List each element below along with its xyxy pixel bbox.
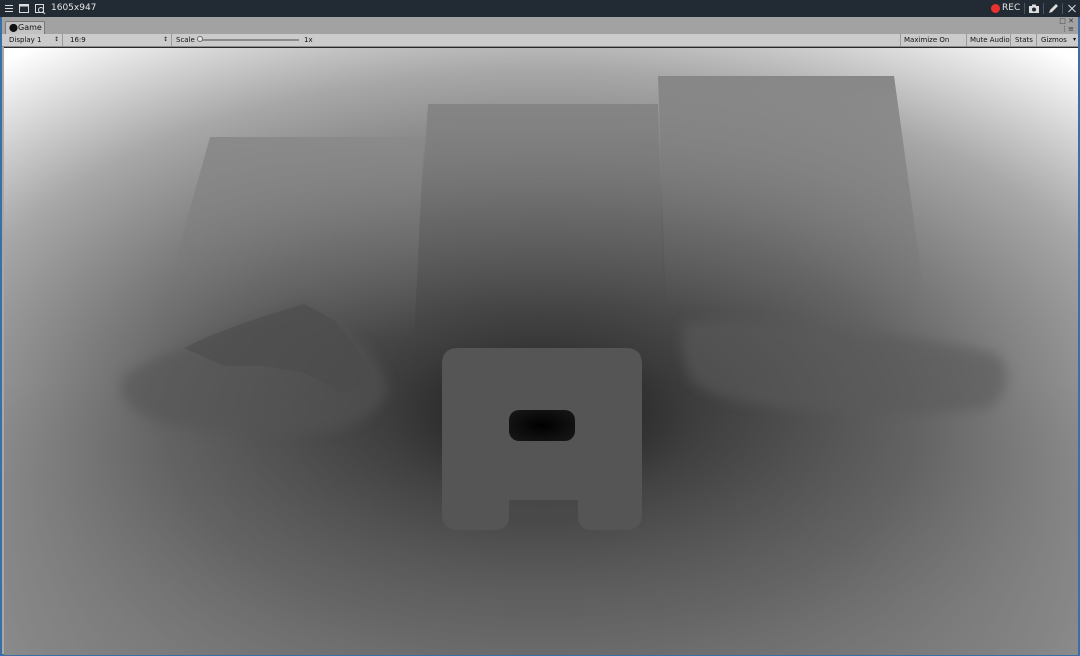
close-window-icon[interactable]: ✕: [1068, 17, 1074, 25]
divider: [1062, 3, 1063, 14]
maximize-window-icon[interactable]: □: [1059, 17, 1066, 25]
depth-render-image: [4, 48, 1078, 655]
gizmos-label: Gizmos: [1041, 36, 1067, 44]
game-toolbar: Display 1 ↕ 16:9 ↕ Scale 1x Maximize On …: [2, 34, 1078, 56]
close-icon[interactable]: [1066, 0, 1080, 17]
aspect-dropdown[interactable]: 16:9 ↕: [64, 34, 172, 46]
pen-icon[interactable]: [1047, 0, 1061, 17]
record-button-label[interactable]: REC: [1002, 0, 1020, 17]
chevron-updown-icon: ↕: [53, 36, 59, 43]
mute-audio-label: Mute Audio: [970, 36, 1010, 44]
stats-label: Stats: [1015, 36, 1033, 44]
maximize-on-play-toggle[interactable]: Maximize On Play: [900, 34, 967, 56]
record-dot-icon[interactable]: [991, 4, 1000, 13]
menu-icon[interactable]: [3, 0, 17, 17]
chevron-updown-icon: ↕: [162, 36, 168, 43]
tab-menu-icon[interactable]: ⋮≡: [1061, 26, 1074, 33]
stats-toggle[interactable]: Stats: [1011, 34, 1037, 46]
aspect-dropdown-label: 16:9: [70, 36, 86, 44]
right-wall: [658, 76, 926, 308]
camera-icon[interactable]: [1028, 0, 1042, 17]
search-window-icon[interactable]: [34, 0, 48, 17]
scale-slider-handle[interactable]: [197, 36, 203, 42]
scale-value: 1x: [304, 36, 313, 44]
top-bar: 1605x947 REC: [0, 0, 1080, 17]
middle-wall: [414, 104, 664, 308]
game-window: ⬤ Game □ ✕ ⋮≡ Display 1 ↕ 16:9 ↕ Scale 1…: [0, 17, 1080, 656]
display-dropdown-label: Display 1: [9, 36, 42, 44]
block-opening: [509, 410, 575, 441]
resolution-label: 1605x947: [51, 3, 97, 13]
window-controls: □ ✕: [1059, 18, 1074, 25]
scale-label: Scale: [176, 36, 195, 44]
gizmos-dropdown[interactable]: Gizmos ▾: [1037, 34, 1078, 46]
divider: [1043, 3, 1044, 14]
scale-slider-track[interactable]: [199, 39, 299, 41]
game-viewport[interactable]: [4, 47, 1078, 655]
tab-strip: ⬤ Game □ ✕ ⋮≡: [2, 17, 1078, 34]
tab-game-label: Game: [18, 23, 42, 32]
display-dropdown[interactable]: Display 1 ↕: [2, 34, 63, 46]
divider: [1024, 3, 1025, 14]
game-tab-icon: ⬤: [9, 23, 18, 32]
window-icon[interactable]: [18, 0, 32, 17]
block-notch-shadow: [509, 500, 578, 518]
mute-audio-toggle[interactable]: Mute Audio: [967, 34, 1011, 46]
tab-game[interactable]: ⬤ Game: [5, 21, 45, 34]
chevron-down-icon: ▾: [1072, 36, 1076, 43]
